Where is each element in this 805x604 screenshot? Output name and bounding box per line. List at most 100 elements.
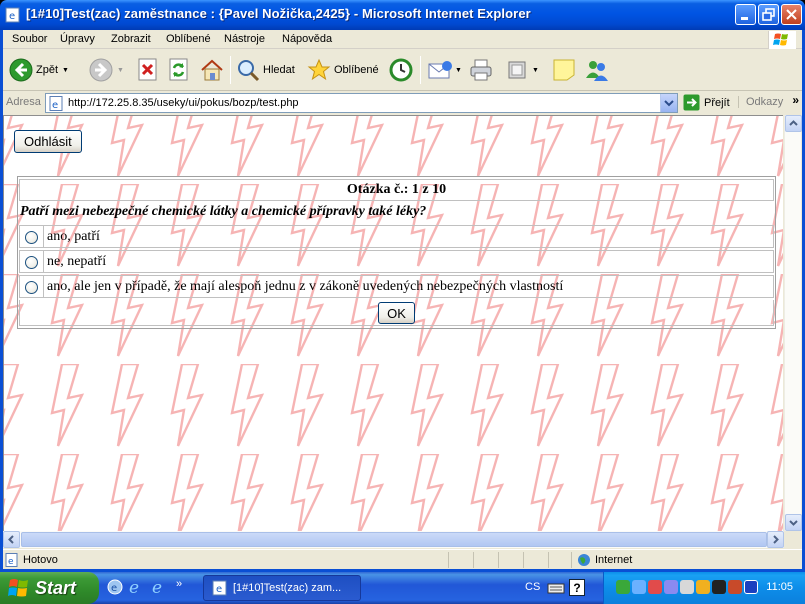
maximize-button[interactable] bbox=[758, 4, 779, 25]
clock[interactable]: 11:05 bbox=[766, 581, 793, 593]
answer-radio-3[interactable] bbox=[25, 281, 38, 294]
windows-logo-icon bbox=[8, 579, 28, 597]
question-text: Patří mezi nebezpečné chemické látky a c… bbox=[20, 204, 427, 219]
window-title: [1#10]Test(zac) zaměstnance : {Pavel Nož… bbox=[26, 6, 531, 21]
svg-text:e: e bbox=[9, 11, 15, 22]
discuss-button[interactable] bbox=[551, 55, 577, 85]
taskbar-window-button[interactable]: e [1#10]Test(zac) zam... bbox=[203, 575, 361, 601]
taskbar: Start e e e » e [1#10]Test(zac) zam... C… bbox=[0, 572, 805, 604]
zone-label: Internet bbox=[595, 554, 633, 566]
scroll-up-button[interactable] bbox=[785, 115, 802, 132]
minimize-button[interactable] bbox=[735, 4, 756, 25]
address-dropdown-button[interactable] bbox=[660, 94, 677, 112]
answer-label-1[interactable]: ano, patří bbox=[44, 226, 100, 247]
edit-dropdown-icon[interactable]: ▼ bbox=[532, 67, 539, 74]
tray-app-icon[interactable] bbox=[648, 580, 662, 594]
title-bar[interactable]: e [1#10]Test(zac) zaměstnance : {Pavel N… bbox=[0, 0, 805, 30]
forward-arrow-icon bbox=[89, 58, 113, 82]
mail-dropdown-icon[interactable]: ▼ bbox=[455, 67, 462, 74]
menu-nastroje[interactable]: Nástroje bbox=[222, 32, 267, 46]
mail-button[interactable]: ▼ bbox=[427, 55, 462, 85]
edit-button[interactable]: ▼ bbox=[506, 55, 539, 85]
quicklaunch-app-icon[interactable]: e bbox=[107, 578, 123, 596]
forward-button[interactable]: ▼ bbox=[89, 55, 124, 85]
vertical-scrollbar[interactable] bbox=[784, 115, 802, 531]
home-button[interactable] bbox=[199, 55, 225, 85]
answer-row[interactable]: ano, patří bbox=[19, 225, 774, 248]
answer-radio-2[interactable] bbox=[25, 256, 38, 269]
ie-page-icon: e bbox=[212, 580, 227, 596]
tray-app-icon[interactable] bbox=[664, 580, 678, 594]
svg-text:e: e bbox=[216, 584, 222, 595]
answer-radio-1[interactable] bbox=[25, 231, 38, 244]
forward-dropdown-icon[interactable]: ▼ bbox=[117, 67, 124, 74]
messenger-icon bbox=[586, 61, 608, 81]
question-header: Otázka č.: 1 z 10 bbox=[19, 179, 774, 201]
status-pane bbox=[571, 552, 572, 568]
scroll-left-button[interactable] bbox=[3, 531, 20, 548]
security-zone[interactable]: Internet bbox=[577, 553, 632, 567]
help-icon[interactable]: ? bbox=[569, 579, 585, 596]
start-button[interactable]: Start bbox=[0, 572, 99, 604]
status-pane bbox=[523, 552, 524, 568]
links-toolbar[interactable]: Odkazy bbox=[738, 96, 783, 108]
tray-network-icon[interactable] bbox=[616, 580, 630, 594]
tray-media-icon[interactable] bbox=[744, 580, 758, 594]
back-arrow-icon bbox=[9, 58, 33, 82]
address-input[interactable]: e http://172.25.8.35/useky/ui/pokus/bozp… bbox=[45, 93, 678, 113]
toolbar-separator bbox=[420, 56, 421, 84]
menu-napoveda[interactable]: Nápověda bbox=[280, 32, 334, 46]
answer-row[interactable]: ne, nepatří bbox=[19, 250, 774, 273]
status-pane bbox=[448, 552, 449, 568]
menu-soubor[interactable]: Soubor bbox=[10, 32, 49, 46]
printer-icon bbox=[470, 59, 492, 81]
menu-oblibene[interactable]: Oblíbené bbox=[164, 32, 213, 46]
chevron-right-icon[interactable]: » bbox=[792, 93, 799, 107]
messenger-button[interactable] bbox=[583, 55, 611, 85]
svg-text:e: e bbox=[111, 583, 117, 594]
page-viewport: Odhlásit Otázka č.: 1 z 10 Patří mezi ne… bbox=[3, 115, 783, 531]
history-icon bbox=[389, 58, 413, 82]
keyboard-icon[interactable] bbox=[547, 580, 565, 596]
ie-page-icon: e bbox=[5, 7, 21, 23]
search-button[interactable]: Hledat bbox=[236, 55, 295, 85]
logout-button[interactable]: Odhlásit bbox=[14, 130, 82, 153]
print-button[interactable] bbox=[468, 55, 494, 85]
edit-page-icon bbox=[508, 61, 526, 79]
answer-label-2[interactable]: ne, nepatří bbox=[44, 251, 106, 272]
scroll-right-button[interactable] bbox=[767, 531, 784, 548]
stop-button[interactable] bbox=[137, 55, 159, 85]
back-button[interactable]: Zpět ▼ bbox=[9, 55, 69, 85]
tray-app-icon[interactable] bbox=[712, 580, 726, 594]
back-dropdown-icon[interactable]: ▼ bbox=[62, 67, 69, 74]
history-button[interactable] bbox=[388, 55, 414, 85]
menu-upravy[interactable]: Úpravy bbox=[58, 32, 97, 46]
refresh-button[interactable] bbox=[168, 55, 190, 85]
language-indicator[interactable]: CS bbox=[525, 581, 540, 593]
menu-zobrazit[interactable]: Zobrazit bbox=[109, 32, 153, 46]
toolbar: Zpět ▼ ▼ Hledat Oblíbené ▼ ▼ bbox=[3, 50, 802, 91]
answer-label-3[interactable]: ano, ale jen v případě, že mají alespoň … bbox=[44, 276, 563, 297]
ok-button[interactable]: OK bbox=[378, 302, 415, 324]
search-icon bbox=[238, 60, 260, 82]
tray-app-icon[interactable] bbox=[680, 580, 694, 594]
status-pane bbox=[498, 552, 499, 568]
address-url[interactable]: http://172.25.8.35/useky/ui/pokus/bozp/t… bbox=[68, 97, 299, 109]
answer-row[interactable]: ano, ale jen v případě, že mají alespoň … bbox=[19, 275, 774, 298]
quicklaunch-more-icon[interactable]: » bbox=[176, 578, 182, 596]
windows-logo-icon bbox=[768, 31, 796, 49]
close-window-button[interactable] bbox=[781, 4, 802, 25]
address-label: Adresa bbox=[6, 96, 41, 108]
horizontal-scrollbar[interactable] bbox=[3, 531, 784, 548]
favorites-button[interactable]: Oblíbené bbox=[307, 55, 379, 85]
go-button[interactable]: Přejít bbox=[683, 94, 730, 111]
scroll-down-button[interactable] bbox=[785, 514, 802, 531]
ie-browser-icon[interactable]: e bbox=[151, 578, 169, 596]
mail-icon bbox=[428, 61, 452, 79]
tray-app-icon[interactable] bbox=[632, 580, 646, 594]
svg-text:e: e bbox=[152, 578, 162, 596]
tray-app-icon[interactable] bbox=[696, 580, 710, 594]
horizontal-scroll-thumb[interactable] bbox=[21, 532, 767, 547]
tray-app-icon[interactable] bbox=[728, 580, 742, 594]
ie-browser-icon[interactable]: e bbox=[128, 578, 146, 596]
